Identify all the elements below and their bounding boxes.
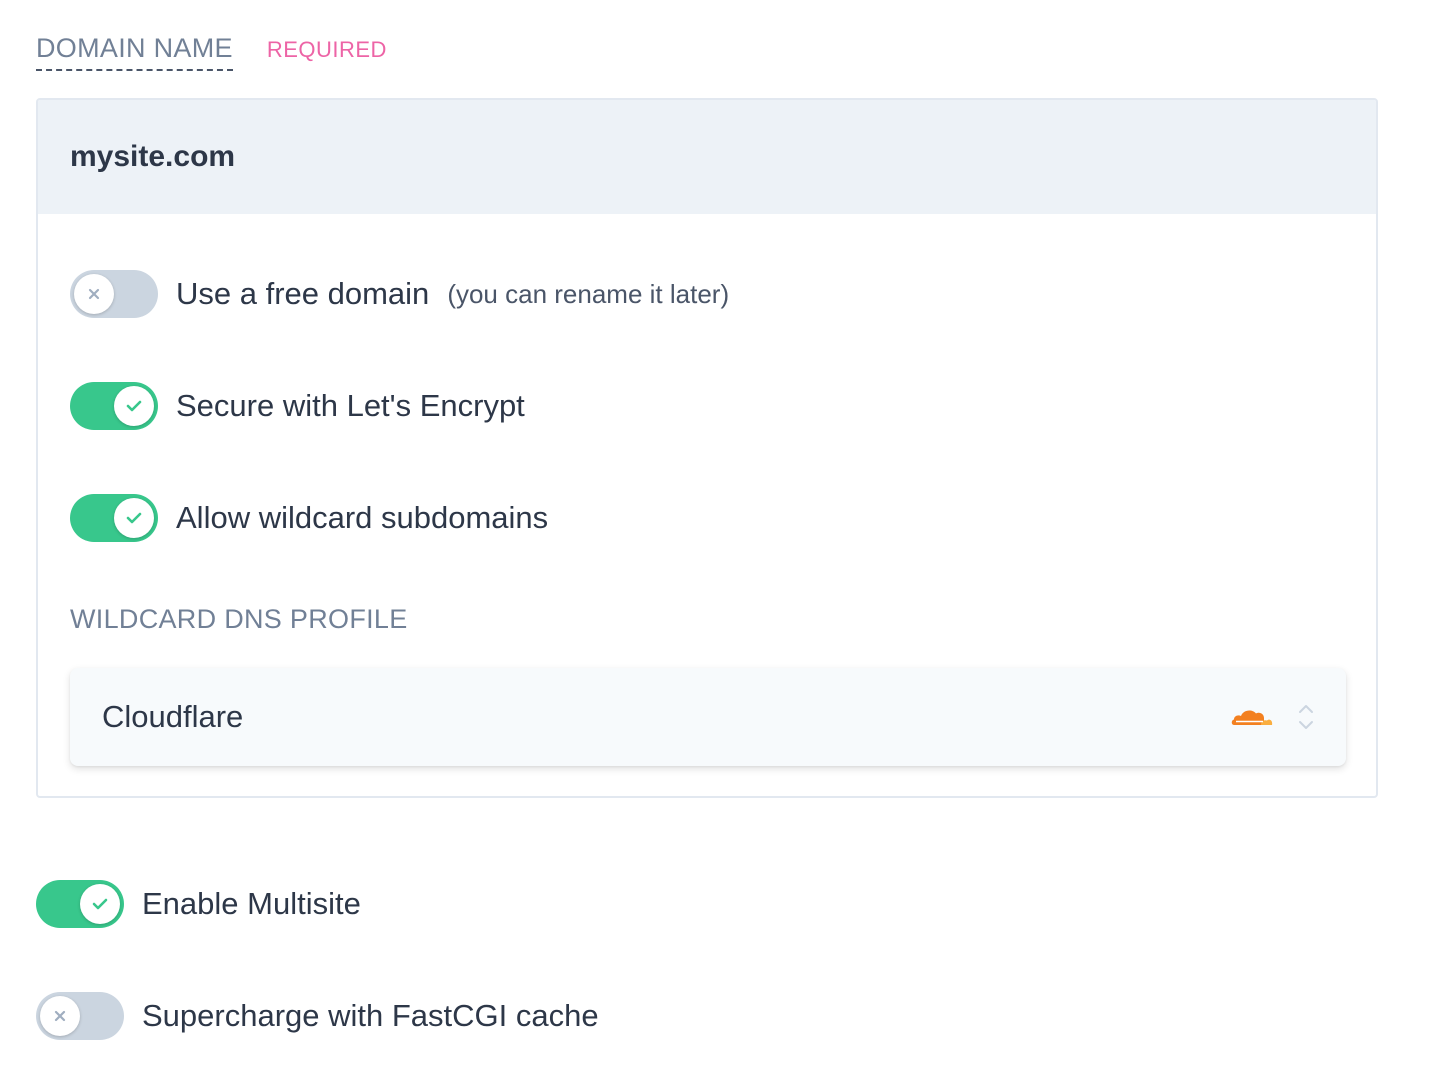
wildcard-dns-profile-select[interactable]: Cloudflare (70, 668, 1346, 766)
multisite-label: Enable Multisite (142, 886, 361, 921)
lets-encrypt-option[interactable]: Secure with Let's Encrypt (70, 382, 525, 430)
wildcard-subdomains-toggle[interactable] (70, 494, 158, 542)
lets-encrypt-toggle[interactable] (70, 382, 158, 430)
toggle-knob (80, 884, 120, 924)
toggle-knob (40, 996, 80, 1036)
fastcgi-cache-toggle[interactable] (36, 992, 124, 1040)
toggle-knob (74, 274, 114, 314)
free-domain-label: Use a free domain (176, 276, 430, 311)
domain-label-row: DOMAIN NAME REQUIRED (36, 33, 387, 71)
free-domain-toggle[interactable] (70, 270, 158, 318)
domain-name-input[interactable] (38, 100, 1376, 214)
toggle-knob (114, 498, 154, 538)
fastcgi-cache-label: Supercharge with FastCGI cache (142, 998, 599, 1033)
x-icon (54, 1010, 66, 1022)
wildcard-dns-profile-label: WILDCARD DNS PROFILE (70, 604, 408, 634)
check-icon (126, 400, 142, 412)
check-icon (126, 512, 142, 524)
wildcard-subdomains-label: Allow wildcard subdomains (176, 500, 549, 535)
toggle-knob (114, 386, 154, 426)
free-domain-option[interactable]: Use a free domain (you can rename it lat… (70, 270, 729, 318)
x-icon (88, 288, 100, 300)
wildcard-subdomains-option[interactable]: Allow wildcard subdomains (70, 494, 548, 542)
free-domain-hint: (you can rename it later) (447, 278, 730, 309)
cloudflare-cloud-icon (1230, 706, 1274, 728)
lets-encrypt-label: Secure with Let's Encrypt (176, 388, 525, 423)
check-icon (92, 898, 108, 910)
required-badge: REQUIRED (266, 37, 387, 62)
multisite-toggle[interactable] (36, 880, 124, 928)
fastcgi-cache-option[interactable]: Supercharge with FastCGI cache (36, 992, 599, 1040)
domain-name-label: DOMAIN NAME (36, 33, 233, 71)
chevron-up-down-icon (1298, 702, 1314, 732)
domain-card: Use a free domain (you can rename it lat… (36, 98, 1378, 798)
selected-dns-profile: Cloudflare (102, 699, 244, 734)
multisite-option[interactable]: Enable Multisite (36, 880, 361, 928)
